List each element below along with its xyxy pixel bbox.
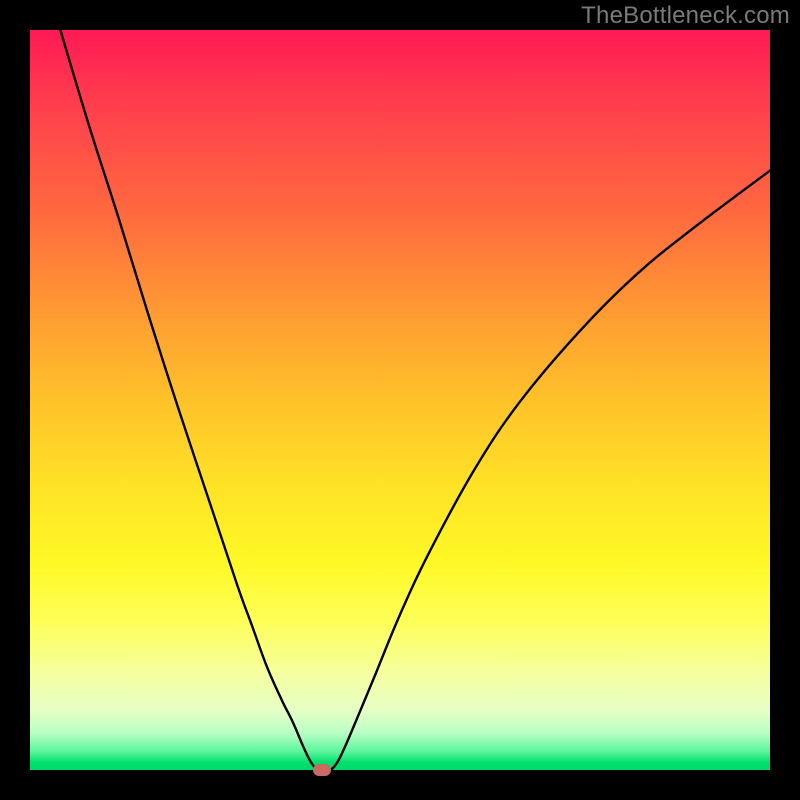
curve-svg xyxy=(30,30,770,770)
watermark-text: TheBottleneck.com xyxy=(581,2,790,30)
chart-frame: TheBottleneck.com xyxy=(0,0,800,800)
bottleneck-curve xyxy=(60,30,770,771)
plot-area xyxy=(30,30,770,770)
optimum-marker xyxy=(313,764,331,776)
